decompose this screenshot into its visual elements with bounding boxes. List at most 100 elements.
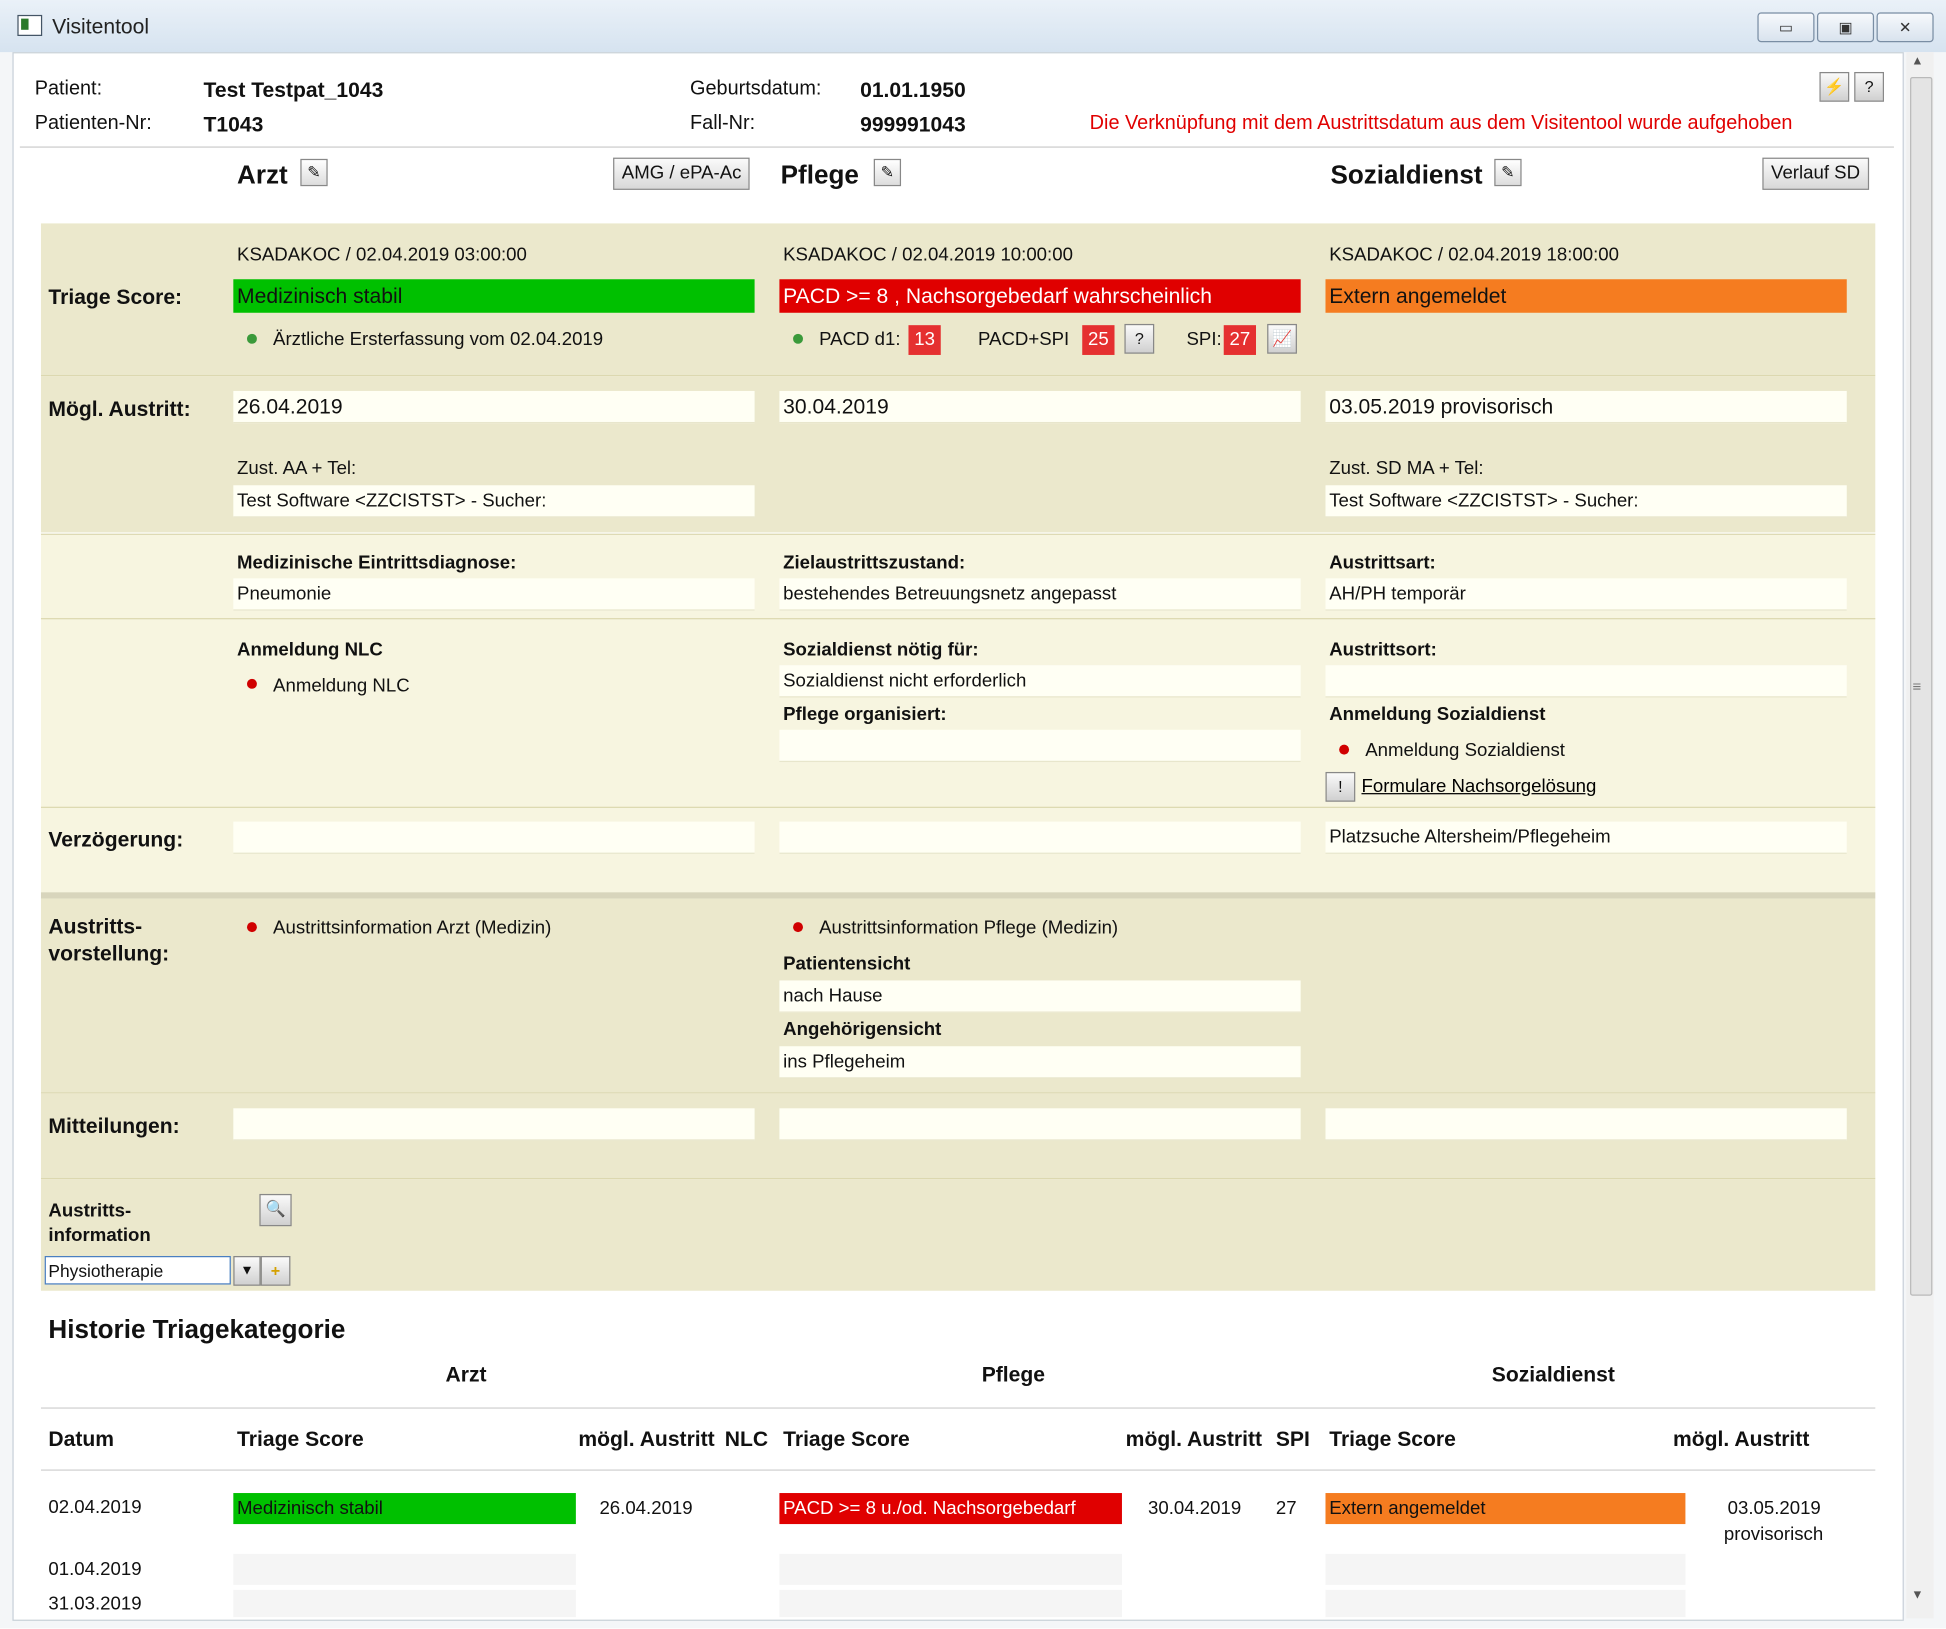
- austrittsart-field[interactable]: AH/PH temporär: [1325, 578, 1847, 611]
- divider: [40, 1407, 1876, 1409]
- help-icon[interactable]: ?: [1854, 71, 1884, 102]
- help-icon[interactable]: ?: [1124, 323, 1155, 354]
- zielaustritt-label: Zielaustrittszustand:: [783, 552, 966, 574]
- edit-pflege-icon[interactable]: ✎: [873, 158, 902, 187]
- fall-nr-value: 999991043: [860, 112, 966, 137]
- diagnose-field[interactable]: Pneumonie: [233, 578, 755, 611]
- row-arzt-austritt: 26.04.2019: [599, 1498, 693, 1520]
- austrittsinfo-section: [40, 1179, 1876, 1291]
- triage-arzt-status[interactable]: Medizinisch stabil: [233, 279, 755, 313]
- triage-sozial-meta: KSADAKOC / 02.04.2019 18:00:00: [1329, 244, 1620, 266]
- triage-sozial-status[interactable]: Extern angemeldet: [1325, 279, 1847, 313]
- triage-pflege-meta: KSADAKOC / 02.04.2019 10:00:00: [783, 244, 1073, 266]
- row-sozial-austritt-note: provisorisch: [1723, 1524, 1824, 1546]
- status-dot-icon: [793, 922, 803, 933]
- pacd-value: 13: [908, 325, 941, 355]
- angehoerigensicht-field[interactable]: ins Pflegeheim: [779, 1046, 1301, 1079]
- row-datum: 31.03.2019: [48, 1593, 142, 1615]
- pacdspi-label: PACD+SPI: [977, 328, 1070, 350]
- row-pflege-score: [779, 1553, 1122, 1585]
- status-dot-icon: [1339, 744, 1350, 755]
- column-arzt: Arzt: [237, 161, 288, 190]
- warning-message: Die Verknüpfung mit dem Austrittsdatum a…: [1089, 112, 1793, 135]
- spi-label: SPI:: [1186, 328, 1222, 350]
- austritt-label: Mögl. Austritt:: [48, 397, 191, 421]
- row-sozial-score: [1325, 1589, 1686, 1618]
- historie-group-pflege: Pflege: [981, 1362, 1046, 1387]
- column-pflege: Pflege: [780, 161, 859, 190]
- austrittsinfo-pflege-item[interactable]: Austrittsinformation Pflege (Medizin): [819, 917, 1118, 938]
- divider: [40, 806, 1876, 808]
- close-button[interactable]: ✕: [1876, 12, 1934, 43]
- edit-sozialdienst-icon[interactable]: ✎: [1494, 158, 1522, 187]
- verlauf-sd-button[interactable]: Verlauf SD: [1762, 157, 1869, 190]
- status-dot-icon: [246, 333, 257, 344]
- search-icon[interactable]: 🔍: [259, 1193, 292, 1227]
- patient-label: Patient:: [34, 78, 103, 100]
- header-nlc: NLC: [724, 1427, 769, 1451]
- scroll-down-icon[interactable]: ▼: [1911, 1589, 1923, 1603]
- diagnose-label: Medizinische Eintrittsdiagnose:: [237, 552, 517, 574]
- row-pflege-austritt: 30.04.2019: [1148, 1498, 1242, 1520]
- triage-pflege-status[interactable]: PACD >= 8 , Nachsorgebedarf wahrscheinli…: [779, 279, 1301, 313]
- window-title: Visitentool: [52, 14, 150, 39]
- warning-icon[interactable]: !: [1325, 771, 1356, 802]
- austrittsinfo-label-1: Austritts-: [48, 1200, 132, 1222]
- historie-title: Historie Triagekategorie: [48, 1315, 346, 1345]
- pflege-organisiert-field[interactable]: [779, 729, 1301, 763]
- row-sozial-austritt: 03.05.2019: [1727, 1498, 1821, 1520]
- pacd-label: PACD d1:: [819, 328, 901, 350]
- maximize-button[interactable]: ▣: [1816, 12, 1875, 43]
- header-arzt-austritt: mögl. Austritt: [578, 1427, 715, 1451]
- mitteilungen-arzt[interactable]: [233, 1108, 755, 1141]
- angehoerigensicht-label: Angehörigensicht: [783, 1018, 942, 1041]
- minimize-button[interactable]: ▭: [1757, 12, 1815, 43]
- patientensicht-field[interactable]: nach Hause: [779, 980, 1301, 1013]
- anmeldung-sozialdienst-label: Anmeldung Sozialdienst: [1329, 703, 1546, 725]
- historie-group-sozial: Sozialdienst: [1491, 1362, 1615, 1387]
- austrittsinfo-label-2: information: [48, 1224, 151, 1247]
- triage-arzt-meta: KSADAKOC / 02.04.2019 03:00:00: [237, 244, 527, 266]
- sozialdienst-noetig-field[interactable]: Sozialdienst nicht erforderlich: [779, 665, 1301, 698]
- pflege-austritt-date[interactable]: 30.04.2019: [779, 390, 1301, 424]
- chevron-down-icon[interactable]: ▼: [233, 1255, 261, 1286]
- formular-link[interactable]: Formulare Nachsorgelösung: [1361, 776, 1596, 797]
- arzt-austritt-date[interactable]: 26.04.2019: [233, 390, 755, 424]
- header-sozial-austritt: mögl. Austritt: [1673, 1427, 1810, 1451]
- pflege-organisiert-label: Pflege organisiert:: [783, 703, 947, 725]
- sozial-zust-field[interactable]: Test Software <ZZCISTST> - Sucher:: [1325, 485, 1847, 518]
- header-spi: SPI: [1275, 1427, 1310, 1451]
- row-sozial-score: Extern angemeldet: [1325, 1493, 1686, 1525]
- triage-arzt-note[interactable]: Ärztliche Ersterfassung vom 02.04.2019: [273, 329, 603, 350]
- scroll-up-icon[interactable]: ▲: [1911, 55, 1923, 69]
- arzt-zust-label: Zust. AA + Tel:: [237, 457, 357, 480]
- verzoegerung-sozial[interactable]: Platzsuche Altersheim/Pflegeheim: [1325, 821, 1847, 854]
- amg-button[interactable]: AMG / ePA-Ac: [613, 157, 751, 190]
- patientensicht-label: Patientensicht: [783, 953, 911, 975]
- mitteilungen-pflege[interactable]: [779, 1108, 1301, 1141]
- add-icon[interactable]: +: [260, 1255, 291, 1286]
- verzoegerung-arzt[interactable]: [233, 821, 755, 854]
- verzoegerung-pflege[interactable]: [779, 821, 1301, 854]
- sozial-austritt-date[interactable]: 03.05.2019 provisorisch: [1325, 390, 1847, 424]
- austrittsort-field[interactable]: [1325, 665, 1847, 698]
- divider: [40, 1469, 1876, 1471]
- header-datum: Datum: [48, 1427, 115, 1451]
- sozialdienst-noetig-label: Sozialdienst nötig für:: [783, 639, 979, 661]
- chart-icon[interactable]: 📈: [1267, 323, 1297, 354]
- zielaustritt-field[interactable]: bestehendes Betreuungsnetz angepasst: [779, 578, 1301, 611]
- row-sozial-score: [1325, 1553, 1686, 1585]
- anmeldung-sozialdienst-item[interactable]: Anmeldung Sozialdienst: [1365, 740, 1565, 761]
- vorstellung-label-1: Austritts-: [48, 914, 143, 939]
- austrittsinfo-arzt-item[interactable]: Austrittsinformation Arzt (Medizin): [273, 917, 551, 938]
- austrittsinfo-select[interactable]: Physiotherapie: [44, 1255, 231, 1285]
- arzt-zust-field[interactable]: Test Software <ZZCISTST> - Sucher:: [233, 485, 755, 518]
- nlc-item[interactable]: Anmeldung NLC: [273, 675, 410, 696]
- mitteilungen-sozial[interactable]: [1325, 1108, 1847, 1141]
- austrittsart-label: Austrittsart:: [1329, 552, 1436, 574]
- edit-arzt-icon[interactable]: ✎: [300, 158, 328, 187]
- pacdspi-value: 25: [1082, 325, 1115, 355]
- lightning-icon[interactable]: ⚡: [1819, 71, 1850, 102]
- status-dot-icon: [246, 922, 257, 933]
- mitteilungen-label: Mitteilungen:: [48, 1114, 180, 1139]
